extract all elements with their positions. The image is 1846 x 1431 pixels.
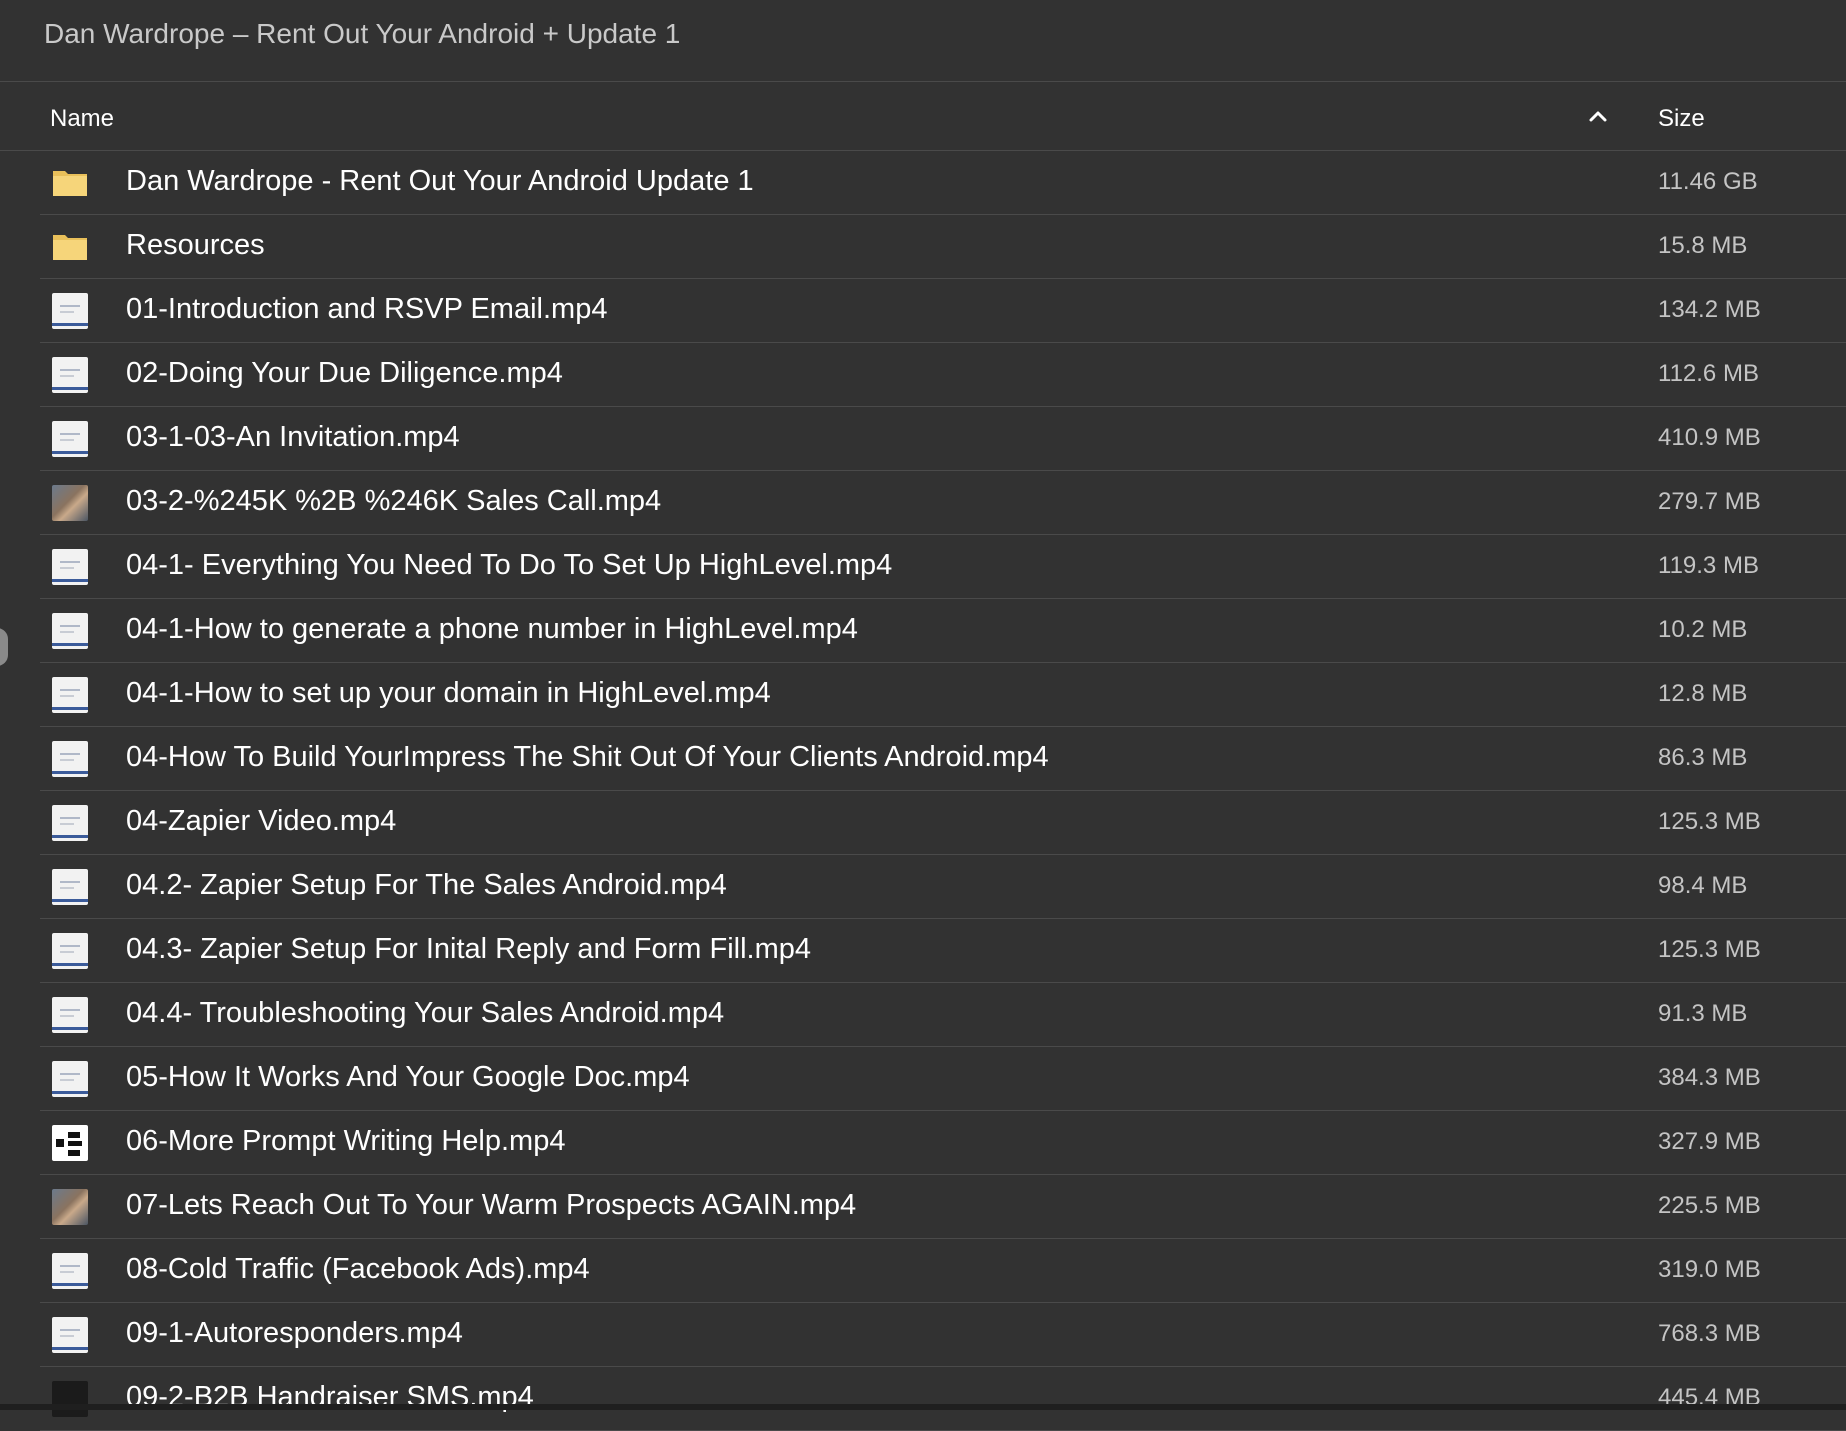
file-name: Dan Wardrope - Rent Out Your Android Upd…: [126, 165, 754, 197]
file-row[interactable]: 04.2- Zapier Setup For The Sales Android…: [0, 855, 1846, 919]
file-name: 08-Cold Traffic (Facebook Ads).mp4: [126, 1253, 590, 1285]
file-size: 319.0 MB: [1658, 1256, 1761, 1283]
sort-ascending-icon[interactable]: [1586, 106, 1610, 126]
file-row[interactable]: 04-How To Build YourImpress The Shit Out…: [0, 727, 1846, 791]
video-thumbnail-icon: [52, 357, 88, 393]
file-row[interactable]: 02-Doing Your Due Diligence.mp4 112.6 MB: [0, 343, 1846, 407]
file-size: 225.5 MB: [1658, 1192, 1761, 1219]
file-name: 05-How It Works And Your Google Doc.mp4: [126, 1061, 690, 1093]
file-row[interactable]: 09-1-Autoresponders.mp4 768.3 MB: [0, 1303, 1846, 1367]
file-size: 279.7 MB: [1658, 488, 1761, 515]
video-thumbnail-icon: [52, 1253, 88, 1289]
folder-icon: [52, 229, 88, 265]
video-thumbnail-person-icon: [52, 485, 88, 521]
file-row[interactable]: 03-2-%245K %2B %246K Sales Call.mp4 279.7…: [0, 471, 1846, 535]
video-thumbnail-icon: [52, 293, 88, 329]
file-size: 12.8 MB: [1658, 680, 1748, 707]
folder-icon: [52, 165, 88, 201]
folder-row[interactable]: Resources 15.8 MB: [0, 215, 1846, 279]
video-thumbnail-diagram-icon: [52, 1125, 88, 1161]
file-size: 410.9 MB: [1658, 424, 1761, 451]
bottom-edge: [0, 1404, 1846, 1410]
file-row[interactable]: 06-More Prompt Writing Help.mp4 327.9 MB: [0, 1111, 1846, 1175]
file-size: 91.3 MB: [1658, 1000, 1748, 1027]
file-name: 02-Doing Your Due Diligence.mp4: [126, 357, 563, 389]
file-name: 01-Introduction and RSVP Email.mp4: [126, 293, 608, 325]
file-row[interactable]: 04-Zapier Video.mp4 125.3 MB: [0, 791, 1846, 855]
file-size: 10.2 MB: [1658, 616, 1748, 643]
file-size: 125.3 MB: [1658, 808, 1761, 835]
file-row[interactable]: 08-Cold Traffic (Facebook Ads).mp4 319.0 …: [0, 1239, 1846, 1303]
file-row[interactable]: 09-2-B2B Handraiser SMS.mp4 445.4 MB: [0, 1367, 1846, 1431]
file-name: 04.2- Zapier Setup For The Sales Android…: [126, 869, 727, 901]
file-row[interactable]: 04-1-How to set up your domain in HighLe…: [0, 663, 1846, 727]
file-name: 04-Zapier Video.mp4: [126, 805, 397, 837]
file-name: 04-1-How to generate a phone number in H…: [126, 613, 858, 645]
video-thumbnail-icon: [52, 421, 88, 457]
file-size: 768.3 MB: [1658, 1320, 1761, 1347]
video-thumbnail-icon: [52, 805, 88, 841]
file-name: 04-How To Build YourImpress The Shit Out…: [126, 741, 1049, 773]
video-thumbnail-icon: [52, 613, 88, 649]
file-size: 119.3 MB: [1658, 552, 1759, 579]
file-name: 04-1-How to set up your domain in HighLe…: [126, 677, 771, 709]
file-row[interactable]: 04.4- Troubleshooting Your Sales Android…: [0, 983, 1846, 1047]
video-thumbnail-icon: [52, 741, 88, 777]
file-row[interactable]: 01-Introduction and RSVP Email.mp4 134.2 …: [0, 279, 1846, 343]
file-name: 04-1- Everything You Need To Do To Set U…: [126, 549, 893, 581]
file-size: 86.3 MB: [1658, 744, 1748, 771]
size-column-header[interactable]: Size: [1658, 105, 1705, 133]
file-row[interactable]: 03-1-03-An Invitation.mp4 410.9 MB: [0, 407, 1846, 471]
file-row[interactable]: 07-Lets Reach Out To Your Warm Prospects…: [0, 1175, 1846, 1239]
file-name: 04.3- Zapier Setup For Inital Reply and …: [126, 933, 811, 965]
file-size: 112.6 MB: [1658, 360, 1759, 387]
video-thumbnail-icon: [52, 1317, 88, 1353]
file-size: 384.3 MB: [1658, 1064, 1761, 1091]
video-thumbnail-icon: [52, 549, 88, 585]
file-list: Dan Wardrope - Rent Out Your Android Upd…: [0, 151, 1846, 1431]
file-name: 04.4- Troubleshooting Your Sales Android…: [126, 997, 725, 1029]
video-thumbnail-icon: [52, 869, 88, 905]
file-row[interactable]: 04-1-How to generate a phone number in H…: [0, 599, 1846, 663]
folder-row[interactable]: Dan Wardrope - Rent Out Your Android Upd…: [0, 151, 1846, 215]
file-row[interactable]: 04-1- Everything You Need To Do To Set U…: [0, 535, 1846, 599]
file-name: Resources: [126, 229, 265, 261]
file-name: 03-2-%245K %2B %246K Sales Call.mp4: [126, 485, 662, 517]
video-thumbnail-icon: [52, 1061, 88, 1097]
video-thumbnail-dark-icon: [52, 1381, 88, 1417]
video-thumbnail-icon: [52, 997, 88, 1033]
file-size: 98.4 MB: [1658, 872, 1748, 899]
file-name: 06-More Prompt Writing Help.mp4: [126, 1125, 566, 1157]
window-title: Dan Wardrope – Rent Out Your Android + U…: [44, 18, 681, 49]
file-size: 125.3 MB: [1658, 936, 1761, 963]
video-thumbnail-icon: [52, 933, 88, 969]
file-row[interactable]: 05-How It Works And Your Google Doc.mp4 3…: [0, 1047, 1846, 1111]
column-header-row: Name Size: [0, 82, 1846, 151]
file-name: 09-1-Autoresponders.mp4: [126, 1317, 463, 1349]
file-size: 15.8 MB: [1658, 232, 1748, 259]
file-size: 327.9 MB: [1658, 1128, 1761, 1155]
file-size: 134.2 MB: [1658, 296, 1761, 323]
file-row[interactable]: 04.3- Zapier Setup For Inital Reply and …: [0, 919, 1846, 983]
file-name: 03-1-03-An Invitation.mp4: [126, 421, 460, 453]
file-size: 11.46 GB: [1658, 168, 1758, 195]
video-thumbnail-icon: [52, 677, 88, 713]
name-column-header[interactable]: Name: [50, 105, 114, 133]
window-title-bar: Dan Wardrope – Rent Out Your Android + U…: [0, 0, 1846, 82]
file-name: 07-Lets Reach Out To Your Warm Prospects…: [126, 1189, 857, 1221]
video-thumbnail-person-icon: [52, 1189, 88, 1225]
